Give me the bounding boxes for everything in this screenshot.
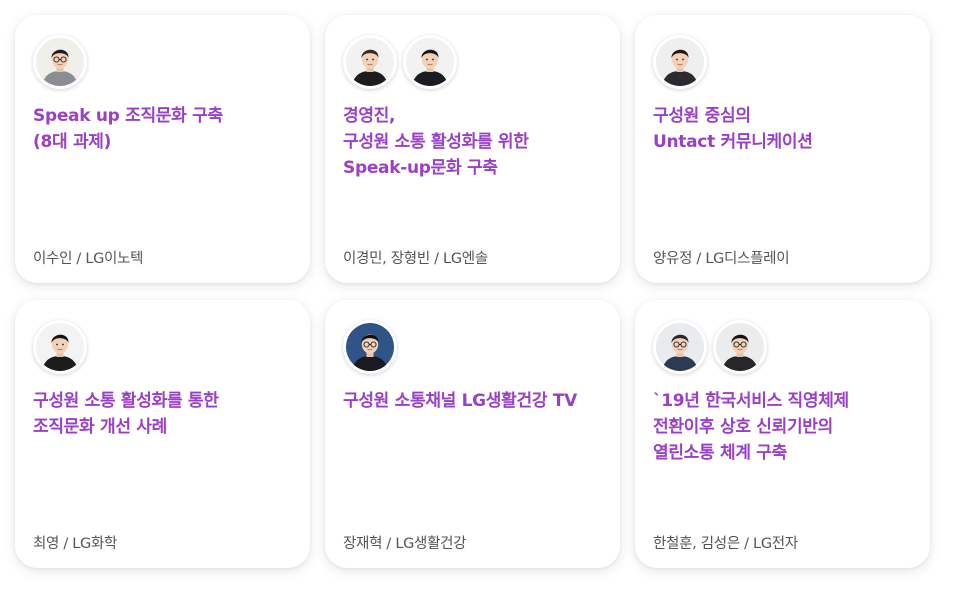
person-photo-icon [343,320,397,374]
card-author: 이수인 / LG이노텍 [33,251,144,267]
person-photo-icon [403,35,457,89]
card-author: 한철훈, 김성은 / LG전자 [653,536,798,552]
avatar-group [33,35,87,89]
avatar-group [343,320,397,374]
person-photo-icon [33,320,87,374]
case-card[interactable]: Speak up 조직문화 구축 (8대 과제) 이수인 / LG이노텍 [15,15,310,283]
avatar-group [653,35,707,89]
case-card[interactable]: 구성원 소통채널 LG생활건강 TV 장재혁 / LG생활건강 [325,300,620,568]
case-study-grid: Speak up 조직문화 구축 (8대 과제) 이수인 / LG이노텍 경영진… [0,0,958,598]
card-author: 양유정 / LG디스플레이 [653,251,790,267]
case-card[interactable]: 구성원 소통 활성화를 통한 조직문화 개선 사례 최영 / LG화학 [15,300,310,568]
card-title: Speak up 조직문화 구축 (8대 과제) [33,106,223,152]
card-title: 구성원 소통채널 LG생활건강 TV [343,391,577,411]
avatar-group [343,35,457,89]
card-author: 이경민, 장형빈 / LG엔솔 [343,251,488,267]
case-card[interactable]: 구성원 중심의 Untact 커뮤니케이션 양유정 / LG디스플레이 [635,15,930,283]
person-photo-icon [653,35,707,89]
card-author: 최영 / LG화학 [33,536,118,552]
person-photo-icon [713,320,767,374]
card-title: 경영진, 구성원 소통 활성화를 위한 Speak-up문화 구축 [343,106,529,178]
card-title: `19년 한국서비스 직영체제 전환이후 상호 신뢰기반의 열린소통 체계 구축 [653,391,849,463]
card-title: 구성원 중심의 Untact 커뮤니케이션 [653,106,813,152]
card-title: 구성원 소통 활성화를 통한 조직문화 개선 사례 [33,391,219,437]
avatar-group [33,320,87,374]
case-card[interactable]: 경영진, 구성원 소통 활성화를 위한 Speak-up문화 구축 이경민, 장… [325,15,620,283]
person-photo-icon [343,35,397,89]
case-card[interactable]: `19년 한국서비스 직영체제 전환이후 상호 신뢰기반의 열린소통 체계 구축… [635,300,930,568]
person-photo-icon [653,320,707,374]
person-photo-icon [33,35,87,89]
avatar-group [653,320,767,374]
card-author: 장재혁 / LG생활건강 [343,536,467,552]
